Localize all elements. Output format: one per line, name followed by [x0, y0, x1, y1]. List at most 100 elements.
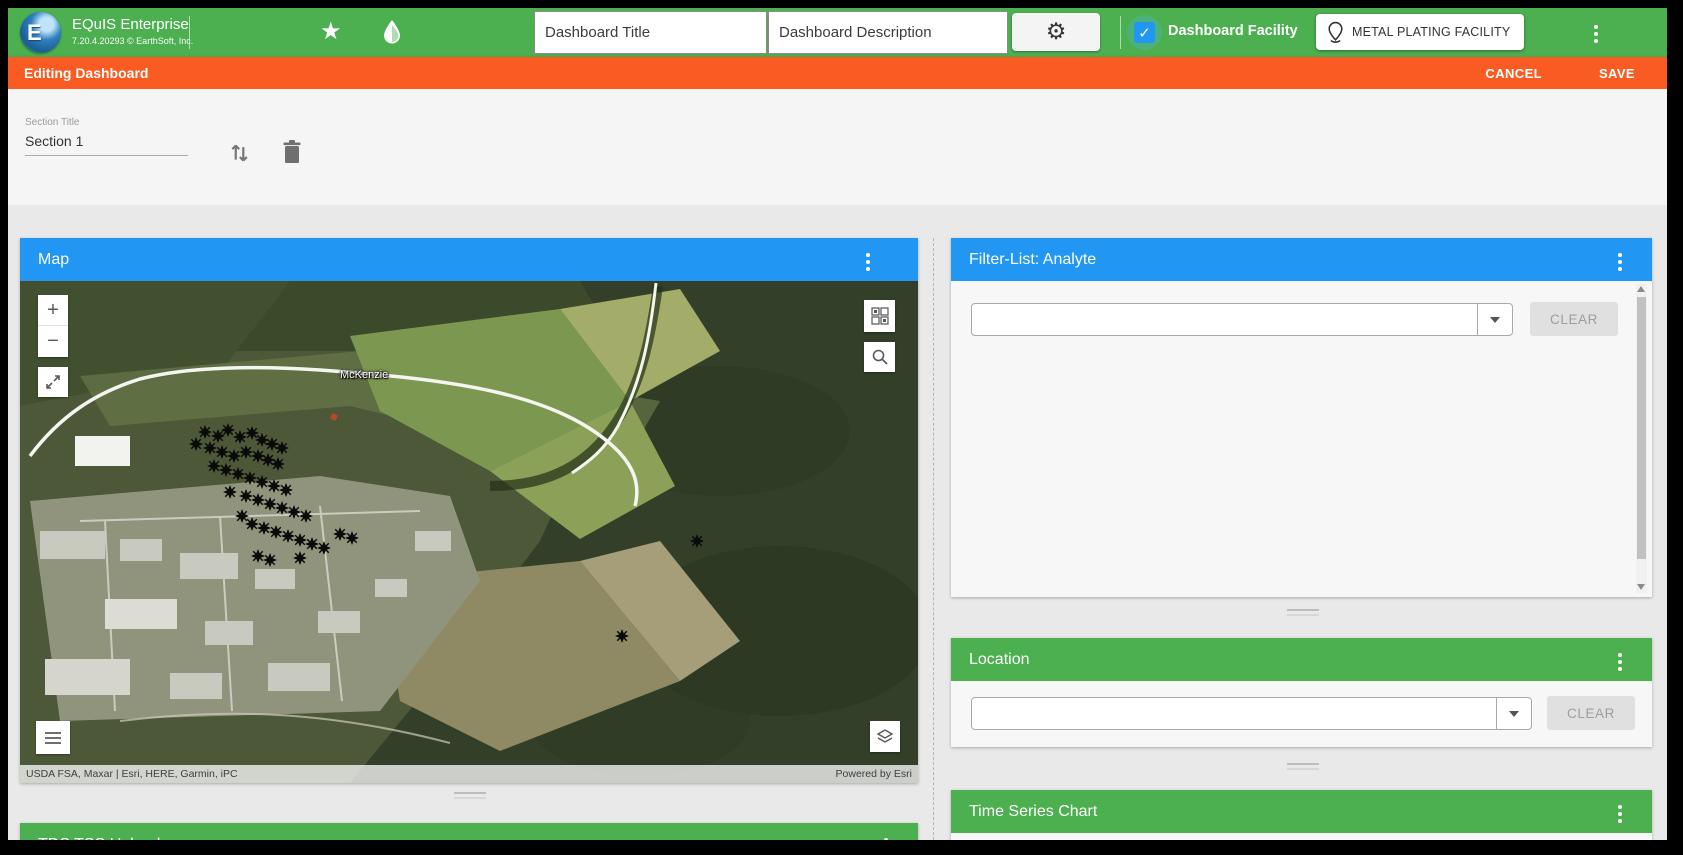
time-series-widget-title: Time Series Chart	[969, 803, 1097, 821]
location-marker[interactable]	[271, 457, 285, 471]
location-marker[interactable]	[263, 553, 277, 567]
location-marker[interactable]	[198, 425, 212, 439]
location-widget-body: CLEAR	[951, 681, 1652, 747]
scroll-down-arrow[interactable]	[1637, 584, 1645, 590]
reorder-section-button[interactable]	[226, 139, 252, 170]
location-marker[interactable]	[305, 537, 319, 551]
location-marker[interactable]	[267, 479, 281, 493]
location-marker[interactable]	[263, 497, 277, 511]
location-marker[interactable]	[243, 471, 257, 485]
map-layers-button[interactable]	[870, 721, 900, 752]
location-combobox[interactable]	[971, 697, 1532, 730]
map-canvas[interactable]: McKenzie + −	[20, 281, 918, 783]
analyte-combobox[interactable]	[971, 303, 1513, 336]
location-resize-handle[interactable]	[1287, 763, 1319, 773]
analyte-scrollbar[interactable]	[1636, 283, 1647, 593]
analyte-widget-title: Filter-List: Analyte	[969, 251, 1096, 269]
location-marker[interactable]	[293, 533, 307, 547]
uploads-widget-header: TDS TSS Uploads	[20, 823, 918, 840]
appbar-overflow-menu[interactable]	[1594, 25, 1598, 43]
uploads-widget: TDS TSS Uploads	[20, 823, 918, 840]
location-marker[interactable]	[293, 551, 307, 565]
equis-logo-icon: E	[20, 12, 61, 53]
location-marker[interactable]	[275, 501, 289, 515]
location-marker[interactable]	[239, 445, 253, 459]
location-marker[interactable]	[317, 541, 331, 555]
attribution-esri: Powered by Esri	[836, 768, 912, 780]
location-marker[interactable]	[257, 521, 271, 535]
location-marker[interactable]	[279, 483, 293, 497]
location-marker[interactable]	[251, 493, 265, 507]
gear-icon: ⚙	[1046, 21, 1067, 44]
dashboard-facility-checkbox[interactable]: ✓	[1134, 22, 1155, 43]
location-widget-title: Location	[969, 651, 1030, 669]
location-marker[interactable]	[227, 449, 241, 463]
logo-letter: E	[27, 20, 42, 46]
location-combobox-arrow[interactable]	[1496, 698, 1531, 729]
dashboard-settings-button[interactable]: ⚙	[1012, 13, 1100, 51]
location-marker[interactable]	[231, 467, 245, 481]
location-marker[interactable]	[223, 485, 237, 499]
section-title-input[interactable]	[25, 133, 188, 156]
location-marker[interactable]	[207, 459, 221, 473]
location-marker[interactable]	[275, 441, 289, 455]
map-legend-button[interactable]	[36, 721, 70, 754]
facility-selector-button[interactable]: METAL PLATING FACILITY	[1316, 14, 1524, 50]
location-marker[interactable]	[203, 441, 217, 455]
location-marker[interactable]	[269, 525, 283, 539]
map-widget-menu[interactable]	[866, 253, 870, 271]
time-series-widget-menu[interactable]	[1618, 805, 1622, 823]
location-marker[interactable]	[251, 549, 265, 563]
zoom-out-button[interactable]: −	[38, 326, 68, 357]
scrollbar-thumb[interactable]	[1637, 297, 1646, 559]
delete-section-button[interactable]	[280, 139, 304, 170]
location-widget-menu[interactable]	[1618, 653, 1622, 671]
location-marker[interactable]	[235, 509, 249, 523]
location-marker[interactable]	[690, 534, 704, 548]
location-marker[interactable]	[245, 517, 259, 531]
location-marker[interactable]	[265, 437, 279, 451]
location-marker[interactable]	[261, 453, 275, 467]
location-marker[interactable]	[189, 437, 203, 451]
dashboard-title-input[interactable]	[534, 11, 767, 54]
location-marker[interactable]	[255, 433, 269, 447]
scroll-up-arrow[interactable]	[1637, 286, 1645, 292]
cancel-button[interactable]: CANCEL	[1485, 66, 1542, 81]
analyte-clear-button[interactable]: CLEAR	[1530, 302, 1618, 336]
location-marker[interactable]	[245, 426, 259, 440]
location-marker[interactable]	[281, 529, 295, 543]
map-resize-handle[interactable]	[454, 792, 486, 802]
column-divider	[933, 238, 934, 840]
zoom-in-button[interactable]: +	[38, 295, 68, 326]
expand-map-button[interactable]	[38, 367, 68, 397]
dashboard-description-input[interactable]	[768, 11, 1008, 54]
location-marker[interactable]	[219, 463, 233, 477]
section-title-label: Section Title	[25, 117, 79, 128]
uploads-widget-menu[interactable]	[884, 838, 888, 840]
theme-drop-icon[interactable]	[380, 19, 404, 50]
location-marker[interactable]	[221, 423, 235, 437]
location-marker[interactable]	[215, 445, 229, 459]
search-icon	[871, 348, 889, 366]
location-marker[interactable]	[251, 449, 265, 463]
analyte-resize-handle[interactable]	[1287, 609, 1319, 619]
location-marker[interactable]	[287, 505, 301, 519]
location-clear-button[interactable]: CLEAR	[1547, 696, 1635, 730]
location-marker[interactable]	[211, 429, 225, 443]
analyte-widget-body: CLEAR	[951, 281, 1652, 597]
basemap-gallery-button[interactable]	[864, 300, 895, 332]
location-marker[interactable]	[299, 509, 313, 523]
location-marker[interactable]	[345, 531, 359, 545]
location-marker[interactable]	[615, 629, 629, 643]
location-marker[interactable]	[333, 527, 347, 541]
location-marker[interactable]	[255, 475, 269, 489]
analyte-combobox-arrow[interactable]	[1477, 304, 1512, 335]
favorites-star-icon[interactable]: ★	[320, 17, 342, 45]
location-marker[interactable]	[239, 489, 253, 503]
analyte-widget-menu[interactable]	[1618, 253, 1622, 271]
location-widget-header: Location	[951, 638, 1652, 681]
time-series-widget: Time Series Chart	[951, 790, 1652, 840]
map-search-button[interactable]	[864, 342, 895, 372]
save-button[interactable]: SAVE	[1599, 66, 1635, 81]
location-marker[interactable]	[233, 430, 247, 444]
